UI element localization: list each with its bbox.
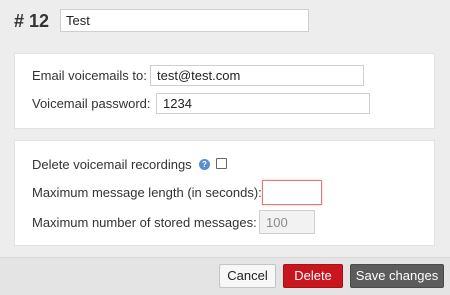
max-stored-label: Maximum number of stored messages:: [32, 215, 257, 230]
email-input[interactable]: [150, 65, 364, 86]
voicemail-name-input[interactable]: [60, 9, 309, 32]
voicemail-options-panel: Delete voicemail recordings ? Maximum me…: [14, 140, 435, 246]
email-label: Email voicemails to:: [32, 68, 147, 83]
delete-recordings-checkbox[interactable]: [216, 158, 227, 169]
cancel-button[interactable]: Cancel: [219, 264, 276, 288]
voicemail-header: # 12: [0, 0, 450, 44]
password-label: Voicemail password:: [32, 96, 151, 111]
password-input[interactable]: [156, 93, 370, 114]
action-footer: Cancel Delete Save changes: [0, 257, 450, 295]
help-icon[interactable]: ?: [199, 159, 210, 170]
max-stored-input: [259, 210, 315, 234]
email-settings-panel: Email voicemails to: Voicemail password:: [14, 53, 435, 129]
max-length-label: Maximum message length (in seconds):: [32, 185, 262, 200]
voicemail-number: # 12: [14, 11, 50, 31]
max-length-input[interactable]: [262, 180, 322, 205]
delete-button[interactable]: Delete: [283, 264, 343, 288]
delete-recordings-label: Delete voicemail recordings: [32, 157, 192, 172]
save-changes-button[interactable]: Save changes: [350, 264, 444, 288]
